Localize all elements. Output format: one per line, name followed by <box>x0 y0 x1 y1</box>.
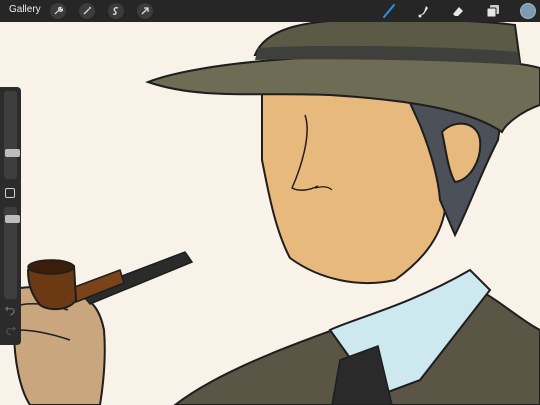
modify-button[interactable] <box>5 188 15 198</box>
color-picker-button[interactable] <box>520 3 536 19</box>
canvas-artwork[interactable] <box>0 0 540 405</box>
actions-wrench-icon[interactable] <box>50 3 66 19</box>
eraser-icon[interactable] <box>449 2 467 20</box>
layers-icon[interactable] <box>484 2 502 20</box>
smudge-icon[interactable] <box>414 2 432 20</box>
opacity-slider[interactable] <box>4 207 20 299</box>
opacity-thumb[interactable] <box>5 215 20 223</box>
transform-arrow-icon[interactable] <box>137 3 153 19</box>
top-toolbar: Gallery <box>0 0 540 22</box>
gallery-button[interactable]: Gallery <box>9 4 41 15</box>
undo-icon[interactable] <box>4 305 16 317</box>
procreate-canvas-view: Gallery <box>0 0 540 405</box>
brush-size-thumb[interactable] <box>5 149 20 157</box>
sidebar <box>0 87 21 345</box>
brush-size-slider[interactable] <box>4 91 20 179</box>
adjustments-wand-icon[interactable] <box>79 3 95 19</box>
brush-icon[interactable] <box>380 2 398 20</box>
pipe-bowl-rim <box>27 259 75 275</box>
redo-icon[interactable] <box>4 325 16 337</box>
selection-icon[interactable] <box>108 3 124 19</box>
